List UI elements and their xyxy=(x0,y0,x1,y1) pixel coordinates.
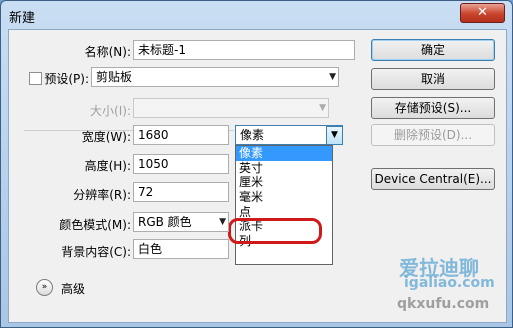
save-preset-button[interactable]: 存储预设(S)... xyxy=(371,97,495,119)
preset-value: 剪贴板 xyxy=(96,70,133,84)
unit-option[interactable]: 英寸 xyxy=(236,161,332,176)
resolution-label: 分辨率(R): xyxy=(73,188,131,202)
ok-button[interactable]: 确定 xyxy=(371,39,495,61)
preset-label: 预设(P): xyxy=(44,72,89,86)
highlight-circle-annotation xyxy=(228,218,322,244)
close-button[interactable]: ✕ xyxy=(460,3,505,23)
chevron-down-icon: ▼ xyxy=(329,72,336,82)
background-value: 白色 xyxy=(138,242,163,256)
new-document-dialog: 新建 ✕ 名称(N): 未标题-1 预设(P): 剪贴板 ▼ 大小(I): ▼ … xyxy=(0,0,513,328)
width-input[interactable]: 1680 xyxy=(133,125,229,145)
name-input[interactable]: 未标题-1 xyxy=(133,40,355,60)
background-label: 背景内容(C): xyxy=(61,245,131,259)
width-unit-value: 像素 xyxy=(240,128,265,142)
preset-select[interactable]: 剪贴板 ▼ xyxy=(91,67,339,87)
width-label: 宽度(W): xyxy=(81,130,131,144)
size-select[interactable]: ▼ xyxy=(133,98,329,118)
unit-option[interactable]: 毫米 xyxy=(236,190,332,205)
chevron-down-icon: ▼ xyxy=(219,217,226,227)
dialog-body: 名称(N): 未标题-1 预设(P): 剪贴板 ▼ 大小(I): ▼ 宽度(W)… xyxy=(8,29,507,323)
dialog-title: 新建 xyxy=(9,11,36,26)
delete-preset-button[interactable]: 删除预设(D)... xyxy=(371,124,495,146)
height-input[interactable]: 1050 xyxy=(133,154,229,174)
unit-dropdown-list: 像素 英寸 厘米 毫米点派卡列 xyxy=(235,145,333,265)
color-mode-value: RGB 颜色 xyxy=(138,215,192,229)
watermark-url-secondary: qkxufu.com xyxy=(397,296,490,312)
background-select[interactable]: 白色 xyxy=(133,239,229,259)
close-icon: ✕ xyxy=(477,5,488,20)
chevron-down-icon: ▼ xyxy=(319,103,326,113)
advanced-label[interactable]: 高级 xyxy=(61,280,85,297)
color-mode-select[interactable]: RGB 颜色 ▼ xyxy=(133,212,229,232)
unit-option[interactable]: 像素 xyxy=(236,146,332,161)
expand-advanced-icon[interactable]: » xyxy=(36,279,53,296)
size-label: 大小(I): xyxy=(90,104,131,118)
watermark-url: igaliao.com xyxy=(404,275,495,291)
name-label: 名称(N): xyxy=(84,45,131,59)
unit-option[interactable]: 厘米 xyxy=(236,175,332,190)
cancel-button[interactable]: 取消 xyxy=(371,68,495,90)
resolution-input[interactable]: 72 xyxy=(133,182,229,202)
device-central-button[interactable]: Device Central(E)... xyxy=(371,168,495,190)
chevron-down-icon: ▼ xyxy=(331,130,338,140)
title-bar: 新建 ✕ xyxy=(1,1,512,29)
width-unit-dropdown-button[interactable]: ▼ xyxy=(326,126,343,145)
color-mode-label: 颜色模式(M): xyxy=(59,218,131,232)
height-label: 高度(H): xyxy=(84,159,131,173)
